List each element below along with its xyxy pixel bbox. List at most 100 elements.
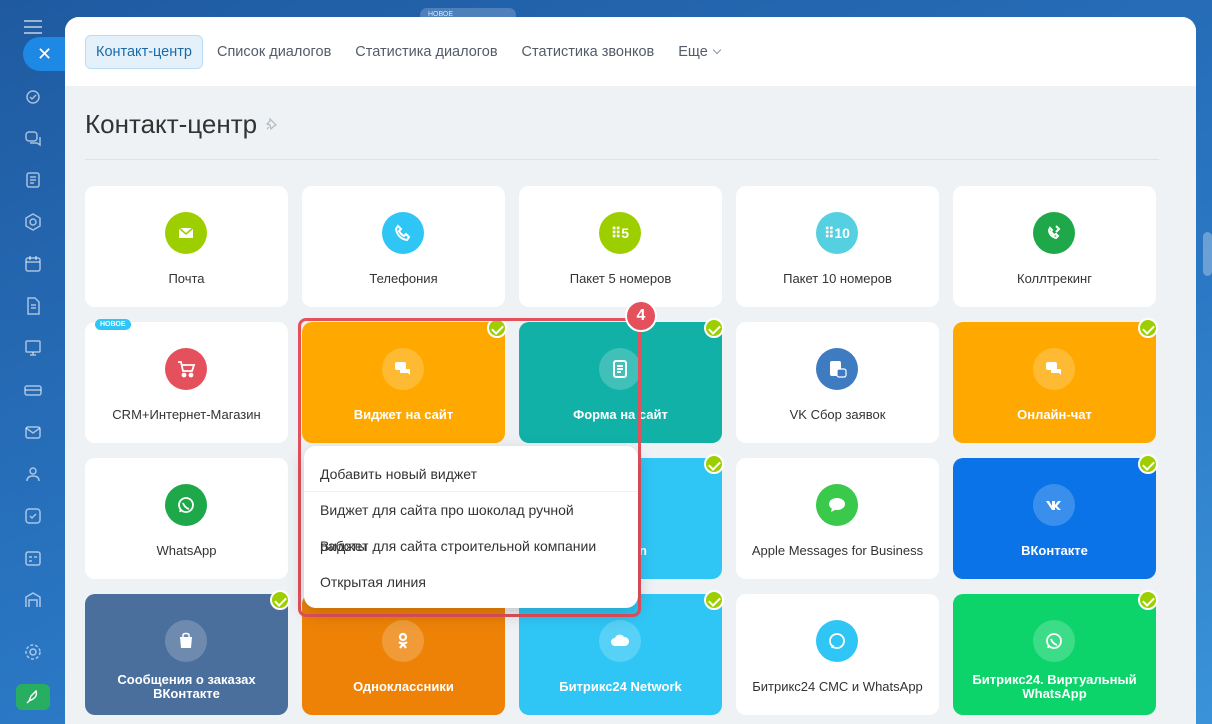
tile-label: ВКонтакте	[1021, 543, 1088, 558]
tab-call-stats[interactable]: Статистика звонков	[522, 36, 655, 68]
warehouse-icon[interactable]	[23, 590, 43, 610]
new-badge: НОВОЕ	[95, 319, 131, 330]
connected-check-icon	[270, 590, 290, 610]
connected-check-icon	[704, 318, 724, 338]
connector-tile[interactable]: Битрикс24 СМС и WhatsApp	[736, 594, 939, 715]
tasks-icon[interactable]	[23, 87, 43, 107]
tile-label: Форма на сайт	[573, 407, 668, 422]
tab-dialog-stats[interactable]: Статистика диалогов	[355, 36, 497, 68]
mail-nav-icon[interactable]	[23, 422, 43, 442]
feed-icon[interactable]	[23, 170, 43, 190]
tab-more-label: Еще	[678, 43, 708, 60]
schedule-icon[interactable]	[23, 548, 43, 568]
tile-label: Телефония	[369, 271, 438, 286]
connector-tile[interactable]: ⠿5 Пакет 5 номеров	[519, 186, 722, 307]
connector-tile[interactable]: Одноклассники	[302, 594, 505, 715]
connector-tile[interactable]: Битрикс24. Виртуальный WhatsApp	[953, 590, 1158, 715]
tile-label: Пакет 5 номеров	[569, 271, 672, 286]
close-slider-button[interactable]: ✕	[23, 37, 67, 71]
connector-tile[interactable]: Apple Messages for Business	[736, 458, 939, 579]
tile-label: Виджет на сайт	[353, 407, 454, 422]
connector-tile[interactable]: ⠿10 Пакет 10 номеров	[736, 186, 939, 307]
documents-icon[interactable]	[23, 296, 43, 316]
calendar-icon[interactable]	[23, 254, 43, 274]
vk-form-icon	[816, 348, 858, 390]
menu-item-construction-widget[interactable]: Виджет для сайта строительной компании	[304, 528, 638, 564]
tile-label: Одноклассники	[353, 679, 454, 694]
vk-icon	[1033, 484, 1075, 526]
tab-contact-center[interactable]: Контакт-центр	[85, 34, 203, 69]
message-icon	[816, 484, 858, 526]
pack-number: ⠿5	[610, 225, 630, 241]
mail-icon	[165, 212, 207, 254]
sms-icon	[816, 620, 858, 662]
cart-icon	[165, 348, 207, 390]
cloud-icon	[599, 620, 641, 662]
tile-label: Битрикс24 Network	[559, 679, 682, 694]
vk-orders-icon	[165, 620, 207, 662]
whatsapp-icon	[1033, 620, 1075, 662]
tile-label: Коллтрекинг	[1017, 271, 1092, 286]
connected-check-icon	[704, 590, 724, 610]
tile-label: Онлайн-чат	[1017, 407, 1092, 422]
connected-check-icon	[1138, 318, 1158, 338]
tab-bar: Контакт-центр Список диалогов Статистика…	[65, 17, 1196, 86]
left-sidebar: ✕	[0, 0, 67, 724]
tile-label: Пакет 10 номеров	[783, 271, 892, 286]
ok-icon	[382, 620, 424, 662]
connector-tile[interactable]: WhatsApp	[85, 458, 288, 579]
rocket-icon[interactable]	[16, 684, 50, 710]
call-tracking-icon	[1033, 212, 1075, 254]
pack-number: ⠿10	[824, 225, 850, 241]
chat-icon	[382, 348, 424, 390]
chevron-down-icon	[712, 45, 722, 54]
tile-label: Битрикс24. Виртуальный WhatsApp	[972, 672, 1137, 701]
connected-check-icon	[1138, 454, 1158, 474]
page-title: Контакт-центр	[85, 109, 258, 139]
tile-label: VK Сбор заявок	[789, 407, 886, 422]
menu-item-add-widget[interactable]: Добавить новый виджет	[304, 456, 638, 492]
tile-label: WhatsApp	[156, 543, 217, 558]
employees-icon[interactable]	[23, 464, 43, 484]
widget-dropdown-menu: Добавить новый виджет Виджет для сайта п…	[304, 446, 638, 608]
tile-label: Сообщения о заказах ВКонтакте	[117, 672, 256, 701]
crm-icon[interactable]	[23, 212, 43, 232]
pin-icon[interactable]	[265, 117, 279, 131]
tab-dialog-list[interactable]: Список диалогов	[217, 36, 331, 68]
tile-label: CRM+Интернет-Магазин	[112, 407, 261, 422]
phone-icon	[382, 212, 424, 254]
connector-tile[interactable]: CRM+Интернет-Магазин НОВОЕ	[85, 319, 288, 443]
title-divider	[85, 159, 1159, 160]
menu-item-open-line[interactable]: Открытая линия	[304, 564, 638, 600]
store-icon[interactable]	[23, 380, 43, 400]
number-pack-icon: ⠿5	[599, 212, 641, 254]
form-icon	[599, 348, 641, 390]
tile-label: Apple Messages for Business	[751, 543, 924, 558]
connected-check-icon	[704, 454, 724, 474]
menu-item-chocolate-widget[interactable]: Виджет для сайта про шоколад ручной рабо…	[304, 492, 638, 554]
connected-check-icon	[487, 318, 507, 338]
side-handle[interactable]	[1203, 232, 1212, 276]
connector-tile[interactable]: Почта	[85, 186, 288, 307]
connector-tile[interactable]: Коллтрекинг	[953, 186, 1156, 307]
tile-label: n	[639, 543, 647, 558]
tile-label: Почта	[168, 271, 205, 286]
settings-icon[interactable]	[23, 642, 43, 662]
step-marker: 4	[625, 300, 657, 332]
connector-tile[interactable]: Битрикс24 Network	[519, 590, 724, 715]
connector-tile[interactable]: Телефония	[302, 186, 505, 307]
connector-tile[interactable]: Онлайн-чат	[953, 318, 1158, 443]
number-pack-icon: ⠿10	[816, 212, 858, 254]
connector-tile[interactable]: Виджет на сайт	[302, 318, 507, 443]
connector-tile[interactable]: VK Сбор заявок	[736, 322, 939, 443]
connector-tile[interactable]: Сообщения о заказах ВКонтакте	[85, 590, 290, 715]
whatsapp-icon	[165, 484, 207, 526]
connector-tile[interactable]: ВКонтакте	[953, 454, 1158, 579]
chat-icon	[1033, 348, 1075, 390]
chat-nav-icon[interactable]	[23, 128, 43, 148]
tab-more[interactable]: Еще	[678, 36, 722, 68]
menu-icon[interactable]	[24, 20, 42, 34]
connector-tile[interactable]: Форма на сайт	[519, 318, 724, 443]
sites-icon[interactable]	[23, 338, 43, 358]
checklist-icon[interactable]	[23, 506, 43, 526]
